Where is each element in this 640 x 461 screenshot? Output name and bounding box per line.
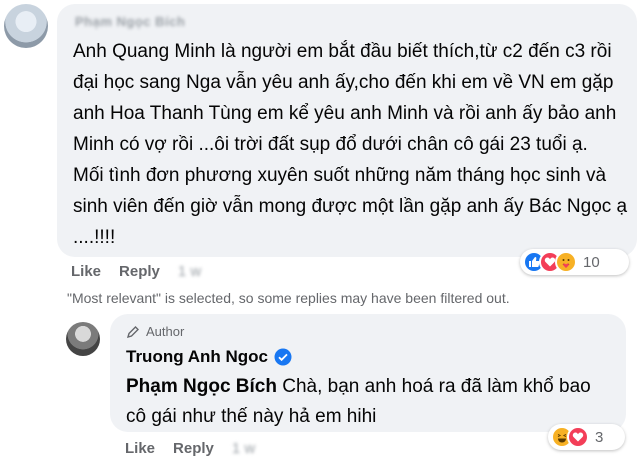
author-badge-label: Author <box>146 324 185 339</box>
reaction-count: 3 <box>595 428 604 446</box>
commenter-avatar[interactable] <box>4 4 48 48</box>
comment-paragraph-2: Mối tình đơn phương xuyên suốt những năm… <box>73 165 628 248</box>
love-icon <box>567 426 589 448</box>
author-avatar[interactable] <box>66 322 100 356</box>
reply-actions: Like Reply 1 w <box>125 440 273 457</box>
like-button[interactable]: Like <box>71 263 101 280</box>
comment-actions: Like Reply 1 w <box>71 263 219 280</box>
reply-timestamp[interactable]: 1 w <box>232 440 255 457</box>
reply-reactions[interactable]: 3 <box>548 424 625 450</box>
reply-button[interactable]: Reply <box>119 263 160 280</box>
care-icon <box>555 251 577 273</box>
reply-bubble: Author Truong Anh Ngoc Phạm Ngọc Bích Ch… <box>110 314 626 432</box>
comment-author-name[interactable]: Phạm Ngọc Bích <box>75 14 185 29</box>
reply-button[interactable]: Reply <box>173 440 214 457</box>
verified-badge-icon <box>274 348 292 366</box>
comment-timestamp[interactable]: 1 w <box>178 263 201 280</box>
reply-author-label[interactable]: Truong Anh Ngoc <box>126 347 268 367</box>
reply-text: Phạm Ngọc Bích Chà, bạn anh hoá ra đã là… <box>126 372 616 432</box>
comment-paragraph-1: Anh Quang Minh là người em bắt đầu biết … <box>73 41 617 155</box>
reaction-count: 10 <box>583 253 600 271</box>
comment-bubble: Phạm Ngọc Bích Anh Quang Minh là người e… <box>57 4 637 257</box>
pen-icon <box>126 325 139 338</box>
filter-notice: "Most relevant" is selected, so some rep… <box>67 290 510 306</box>
mention-tag[interactable]: Phạm Ngọc Bích <box>126 376 277 397</box>
like-button[interactable]: Like <box>125 440 155 457</box>
comment-reactions[interactable]: 10 <box>520 249 629 275</box>
author-badge: Author <box>126 324 184 339</box>
comment-text: Anh Quang Minh là người em bắt đầu biết … <box>73 36 629 253</box>
reply-author-name: Truong Anh Ngoc <box>126 347 292 367</box>
